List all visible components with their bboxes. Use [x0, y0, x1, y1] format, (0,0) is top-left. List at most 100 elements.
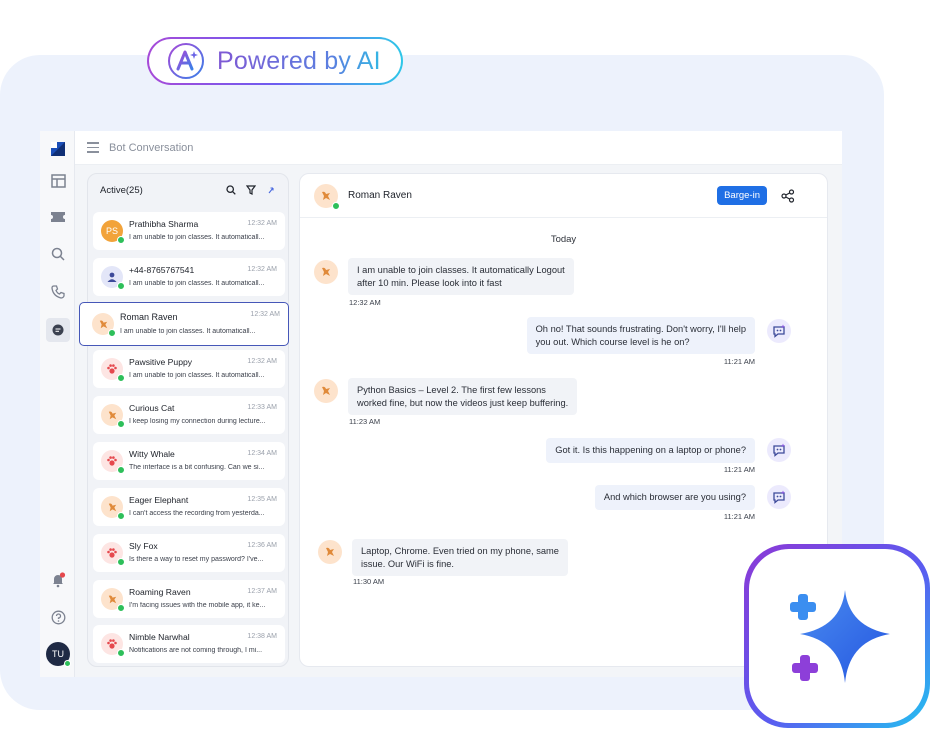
phone-icon[interactable]: [46, 280, 70, 304]
chat-icon[interactable]: [46, 318, 70, 342]
user-avatar[interactable]: TU: [46, 642, 71, 667]
conversation-item[interactable]: Curious Cat 12:33 AM I keep losing my conn…: [93, 396, 285, 434]
message-text: worked fine, but now the videos just kee…: [357, 397, 569, 408]
conversation-name: +44-8765767541: [129, 265, 195, 275]
conversation-item[interactable]: Sly Fox 12:36 AM Is there a way to reset m…: [93, 534, 285, 572]
paw-icon: [106, 455, 118, 467]
conversation-time: 12:32 AM: [247, 220, 277, 227]
app-logo-icon[interactable]: [46, 137, 70, 161]
contact-avatar: [318, 540, 342, 564]
conversation-time: 12:32 AM: [247, 266, 277, 273]
bell-icon[interactable]: [46, 568, 70, 592]
conversation-avatar: [101, 542, 125, 566]
whatsapp-icon: [117, 512, 125, 520]
day-separator: Today: [550, 234, 577, 245]
conversation-avatar: [101, 266, 125, 290]
message-time: 11:21 AM: [723, 357, 755, 366]
bird-icon: [106, 409, 119, 422]
conversation-item[interactable]: +44-8765767541 12:32 AM I am unable to joi…: [93, 258, 285, 296]
conversation-time: 12:32 AM: [247, 358, 277, 365]
conversation-avatar: [101, 450, 125, 474]
message-time: 11:30 AM: [353, 577, 385, 586]
online-status-dot: [64, 660, 71, 667]
nav-rail: TU: [40, 131, 75, 677]
search-icon[interactable]: [46, 242, 70, 266]
conversation-preview: I'm facing issues with the mobile app, i…: [129, 602, 266, 609]
conversation-name: Sly Fox: [129, 541, 158, 551]
conversation-name: Pawsitive Puppy: [129, 357, 193, 367]
sort-icon[interactable]: [264, 183, 278, 197]
conversation-item[interactable]: Eager Elephant 12:35 AM I can't access the…: [93, 488, 285, 526]
conversation-avatar: [101, 588, 125, 612]
filter-icon[interactable]: [244, 183, 258, 197]
conversation-preview: I am unable to join classes. It automati…: [129, 234, 265, 241]
top-bar: Bot Conversation: [75, 131, 842, 165]
conversation-time: 12:33 AM: [247, 404, 277, 411]
powered-by-ai-text: Powered by AI: [217, 46, 381, 75]
conversation-preview: I can't access the recording from yester…: [129, 510, 265, 517]
page-title: Bot Conversation: [109, 141, 194, 154]
message-time: 12:32 AM: [349, 298, 381, 307]
menu-icon[interactable]: [87, 142, 99, 153]
conversation-time: 12:38 AM: [247, 633, 277, 640]
conversation-preview: I am unable to join classes. It automati…: [129, 280, 265, 287]
paw-icon: [106, 363, 118, 375]
sparkle-icon: [790, 590, 890, 683]
conversation-avatar: [101, 358, 125, 382]
conversation-avatar: PS: [101, 220, 125, 244]
whatsapp-icon: [117, 466, 125, 474]
conversation-item[interactable]: PS Prathibha Sharma 12:32 AM I am unable to…: [93, 212, 285, 250]
conversation-preview: Notifications are not coming through, I …: [129, 647, 263, 654]
message-text: And which browser are you using?: [603, 492, 746, 502]
whatsapp-icon: [117, 374, 125, 382]
conversation-name: Witty Whale: [129, 449, 175, 459]
conversation-name: Prathibha Sharma: [129, 219, 199, 229]
bird-icon: [97, 318, 110, 331]
message-bubble: Laptop, Chrome. Even tried on my phone, …: [352, 539, 568, 576]
message-time: 11:21 AM: [723, 465, 755, 474]
conversation-avatar: [92, 313, 116, 337]
message-text: Laptop, Chrome. Even tried on my phone, …: [361, 546, 559, 556]
paw-icon: [106, 638, 118, 650]
message-bubble: And which browser are you using?: [594, 485, 755, 510]
conversation-list-header: Active(25): [88, 174, 288, 206]
message-bubble: Oh no! That sounds frustrating. Don't wo…: [526, 317, 755, 354]
message-text: you out. Which course level is he on?: [535, 336, 690, 347]
conversation-name: Eager Elephant: [129, 495, 189, 505]
whatsapp-icon: [117, 558, 125, 566]
share-icon[interactable]: [781, 188, 795, 203]
search-icon[interactable]: [224, 183, 238, 197]
conversation-item[interactable]: Witty Whale 12:34 AM The interface is a bi…: [93, 442, 285, 480]
paw-icon: [106, 547, 118, 559]
ticket-icon[interactable]: [46, 205, 70, 229]
conversation-avatar: [101, 633, 125, 657]
conversation-preview: I am unable to join classes. It automati…: [129, 372, 265, 379]
conversation-item[interactable]: Roman Raven 12:32 AM I am unable to join c…: [79, 302, 289, 346]
conversation-preview: I am unable to join classes. It automati…: [120, 328, 256, 335]
ai-logo-icon: [167, 42, 205, 80]
ai-sparkle-tile: [744, 544, 930, 728]
whatsapp-icon: [117, 604, 125, 612]
bot-icon: [767, 319, 791, 343]
contact-avatar: [314, 183, 340, 210]
contact-avatar: [314, 379, 338, 403]
conversation-preview: Is there a way to reset my password? I'v…: [129, 556, 264, 563]
help-icon[interactable]: [46, 605, 70, 629]
bird-icon: [106, 501, 119, 514]
message-bubble: Got it. Is this happening on a laptop or…: [546, 438, 755, 463]
message-time: 11:21 AM: [723, 512, 755, 521]
whatsapp-icon: [117, 282, 125, 290]
whatsapp-icon: [332, 201, 340, 210]
conversation-item[interactable]: Pawsitive Puppy 12:32 AM I am unable to jo…: [93, 350, 285, 388]
conversation-item[interactable]: Nimble Narwhal 12:38 AM Notifications are …: [93, 625, 285, 663]
conversation-list-panel: Active(25) PS Prathibha Sharma 12:32 AM I a…: [79, 173, 289, 667]
whatsapp-icon: [117, 420, 125, 428]
barge-in-button[interactable]: Barge-in: [717, 186, 767, 205]
table-icon[interactable]: [46, 169, 70, 193]
bird-icon: [106, 593, 119, 606]
bot-icon: [767, 438, 791, 462]
message-time: 11:23 AM: [349, 417, 381, 426]
conversation-time: 12:37 AM: [247, 588, 277, 595]
message-bubble: Python Basics – Level 2. The first few l…: [348, 378, 578, 415]
conversation-item[interactable]: Roaming Raven 12:37 AM I'm facing issues w…: [93, 580, 285, 618]
